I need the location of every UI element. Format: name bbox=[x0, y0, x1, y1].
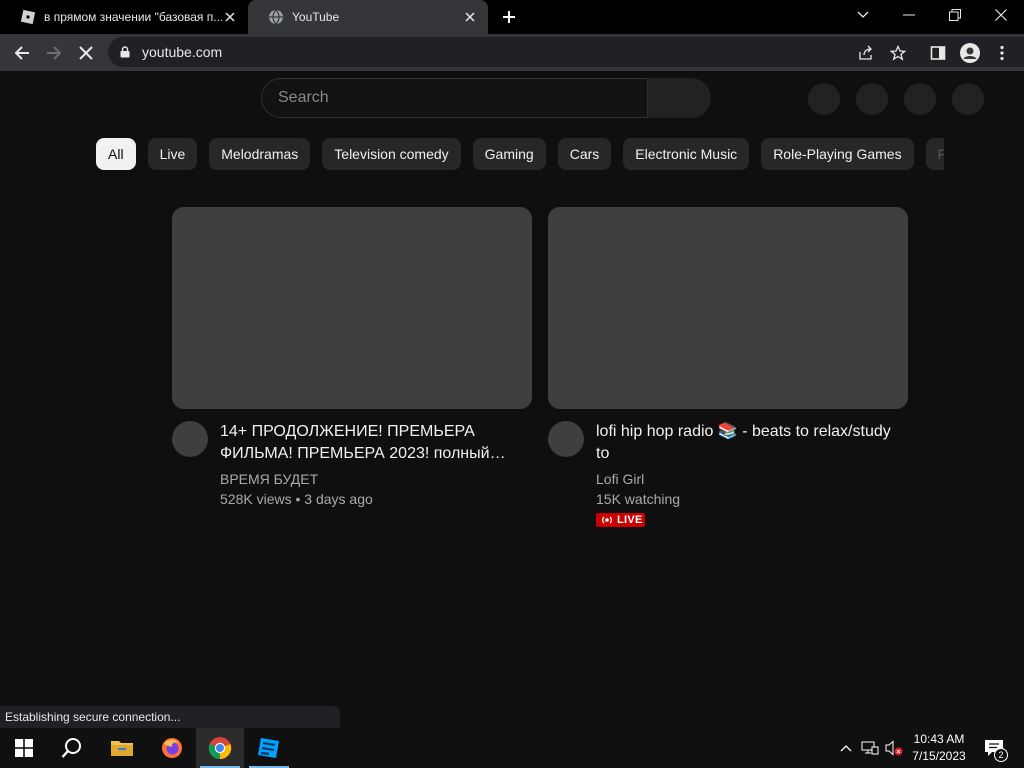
profile-button[interactable] bbox=[956, 39, 984, 67]
bookmark-button[interactable] bbox=[884, 39, 912, 67]
network-icon bbox=[861, 741, 879, 755]
tray-network[interactable] bbox=[860, 738, 880, 758]
channel-name[interactable]: ВРЕМЯ БУДЕТ bbox=[220, 469, 520, 489]
side-panel-icon bbox=[930, 46, 946, 60]
taskbar-chrome[interactable] bbox=[196, 728, 244, 768]
minimize-icon bbox=[903, 14, 915, 16]
chip-live[interactable]: Live bbox=[147, 138, 198, 170]
window-close-button[interactable] bbox=[978, 0, 1024, 30]
chip-partial[interactable]: F bbox=[925, 138, 944, 170]
forward-button[interactable] bbox=[40, 39, 68, 67]
channel-avatar[interactable] bbox=[172, 421, 208, 457]
chip-role-playing-games[interactable]: Role-Playing Games bbox=[761, 138, 914, 170]
chevron-down-icon bbox=[857, 11, 869, 18]
search-placeholder: Search bbox=[278, 89, 329, 106]
close-icon bbox=[79, 46, 93, 60]
arrow-left-icon bbox=[14, 46, 29, 60]
lock-icon[interactable] bbox=[118, 45, 132, 59]
clock-date: 7/15/2023 bbox=[912, 749, 966, 763]
stop-loading-button[interactable] bbox=[72, 39, 100, 67]
taskbar-firefox[interactable] bbox=[148, 728, 196, 768]
live-icon bbox=[602, 516, 612, 524]
file-explorer-icon bbox=[111, 741, 133, 756]
status-bubble: Establishing secure connection... bbox=[0, 706, 340, 728]
video-stats: 15K watching bbox=[596, 491, 681, 507]
tab-youtube[interactable]: YouTube bbox=[248, 0, 488, 34]
browser-toolbar: youtube.com bbox=[0, 34, 1024, 71]
video-meta: lofi hip hop radio 📚 - beats to relax/st… bbox=[596, 421, 896, 530]
video-thumbnail[interactable] bbox=[172, 207, 532, 409]
share-icon bbox=[859, 45, 872, 60]
avatar-placeholder[interactable] bbox=[952, 83, 984, 115]
header-button-placeholder[interactable] bbox=[808, 83, 840, 115]
taskbar-roblox-studio[interactable] bbox=[245, 728, 293, 768]
roblox-studio-icon bbox=[258, 738, 279, 758]
minimize-button[interactable] bbox=[886, 0, 932, 30]
video-title[interactable]: 14+ ПРОДОЛЖЕНИЕ! ПРЕМЬЕРА ФИЛЬМА! ПРЕМЬЕ… bbox=[220, 421, 520, 465]
taskbar-search-button[interactable] bbox=[48, 728, 96, 768]
search-input[interactable]: Search bbox=[261, 78, 648, 118]
tray-volume[interactable] bbox=[884, 738, 904, 758]
tab-roblox[interactable]: в прямом значении "базовая п... bbox=[0, 0, 248, 34]
video-card[interactable]: lofi hip hop radio 📚 - beats to relax/st… bbox=[548, 207, 908, 527]
chip-gaming[interactable]: Gaming bbox=[472, 138, 546, 170]
close-icon bbox=[995, 9, 1007, 21]
channel-name[interactable]: Lofi Girl bbox=[596, 469, 896, 489]
chip-electronic-music[interactable]: Electronic Music bbox=[623, 138, 750, 170]
tray-expand-button[interactable] bbox=[836, 738, 856, 758]
close-icon[interactable] bbox=[222, 9, 238, 25]
share-button[interactable] bbox=[852, 39, 880, 67]
restore-button[interactable] bbox=[932, 0, 978, 30]
category-chips: All Live Melodramas Television comedy Ga… bbox=[96, 138, 944, 171]
more-vertical-icon bbox=[1000, 45, 1004, 61]
video-meta: 14+ ПРОДОЛЖЕНИЕ! ПРЕМЬЕРА ФИЛЬМА! ПРЕМЬЕ… bbox=[220, 421, 520, 509]
chip-cars[interactable]: Cars bbox=[557, 138, 612, 170]
firefox-icon bbox=[162, 738, 182, 758]
back-button[interactable] bbox=[8, 39, 36, 67]
chevron-up-icon bbox=[840, 745, 852, 752]
live-label: LIVE bbox=[617, 514, 643, 526]
tab-search-button[interactable] bbox=[840, 0, 886, 30]
search-button[interactable] bbox=[648, 78, 711, 118]
tab-title: в прямом значении "базовая п... bbox=[44, 10, 222, 24]
chrome-icon bbox=[208, 737, 232, 760]
start-button[interactable] bbox=[0, 728, 48, 768]
chip-melodramas[interactable]: Melodramas bbox=[209, 138, 311, 170]
globe-icon bbox=[268, 9, 284, 25]
chip-all[interactable]: All bbox=[96, 138, 136, 170]
close-icon[interactable] bbox=[462, 9, 478, 25]
live-badge: LIVE bbox=[596, 513, 645, 527]
header-button-placeholder[interactable] bbox=[856, 83, 888, 115]
channel-avatar[interactable] bbox=[548, 421, 584, 457]
plus-icon bbox=[503, 11, 515, 23]
header-button-placeholder[interactable] bbox=[904, 83, 936, 115]
action-center-button[interactable]: 2 bbox=[982, 738, 1008, 762]
arrow-right-icon bbox=[47, 46, 62, 60]
video-thumbnail[interactable] bbox=[548, 207, 908, 409]
video-card[interactable]: 14+ ПРОДОЛЖЕНИЕ! ПРЕМЬЕРА ФИЛЬМА! ПРЕМЬЕ… bbox=[172, 207, 532, 507]
menu-button[interactable] bbox=[988, 39, 1016, 67]
star-icon bbox=[890, 45, 906, 61]
tab-title: YouTube bbox=[292, 10, 340, 24]
taskbar-file-explorer[interactable] bbox=[98, 728, 146, 768]
search-icon bbox=[61, 738, 81, 758]
chip-television-comedy[interactable]: Television comedy bbox=[322, 138, 461, 170]
url-text[interactable]: youtube.com bbox=[142, 44, 222, 60]
volume-muted-icon bbox=[885, 740, 903, 756]
windows-taskbar: 10:43 AM 7/15/2023 2 bbox=[0, 728, 1024, 768]
video-stats: 528K views • 3 days ago bbox=[220, 491, 373, 507]
new-tab-button[interactable] bbox=[498, 6, 520, 28]
notification-count: 2 bbox=[994, 748, 1008, 762]
taskbar-clock[interactable]: 10:43 AM 7/15/2023 bbox=[904, 731, 974, 765]
tab-strip: в прямом значении "базовая п... YouTube bbox=[0, 0, 1024, 34]
youtube-page: Search All Live Melodramas Television co… bbox=[0, 71, 1024, 706]
video-title[interactable]: lofi hip hop radio 📚 - beats to relax/st… bbox=[596, 421, 896, 465]
roblox-icon bbox=[20, 9, 36, 25]
windows-logo-icon bbox=[15, 739, 33, 757]
clock-time: 10:43 AM bbox=[913, 732, 965, 746]
side-panel-button[interactable] bbox=[924, 39, 952, 67]
profile-icon bbox=[960, 43, 980, 63]
restore-icon bbox=[949, 9, 961, 21]
